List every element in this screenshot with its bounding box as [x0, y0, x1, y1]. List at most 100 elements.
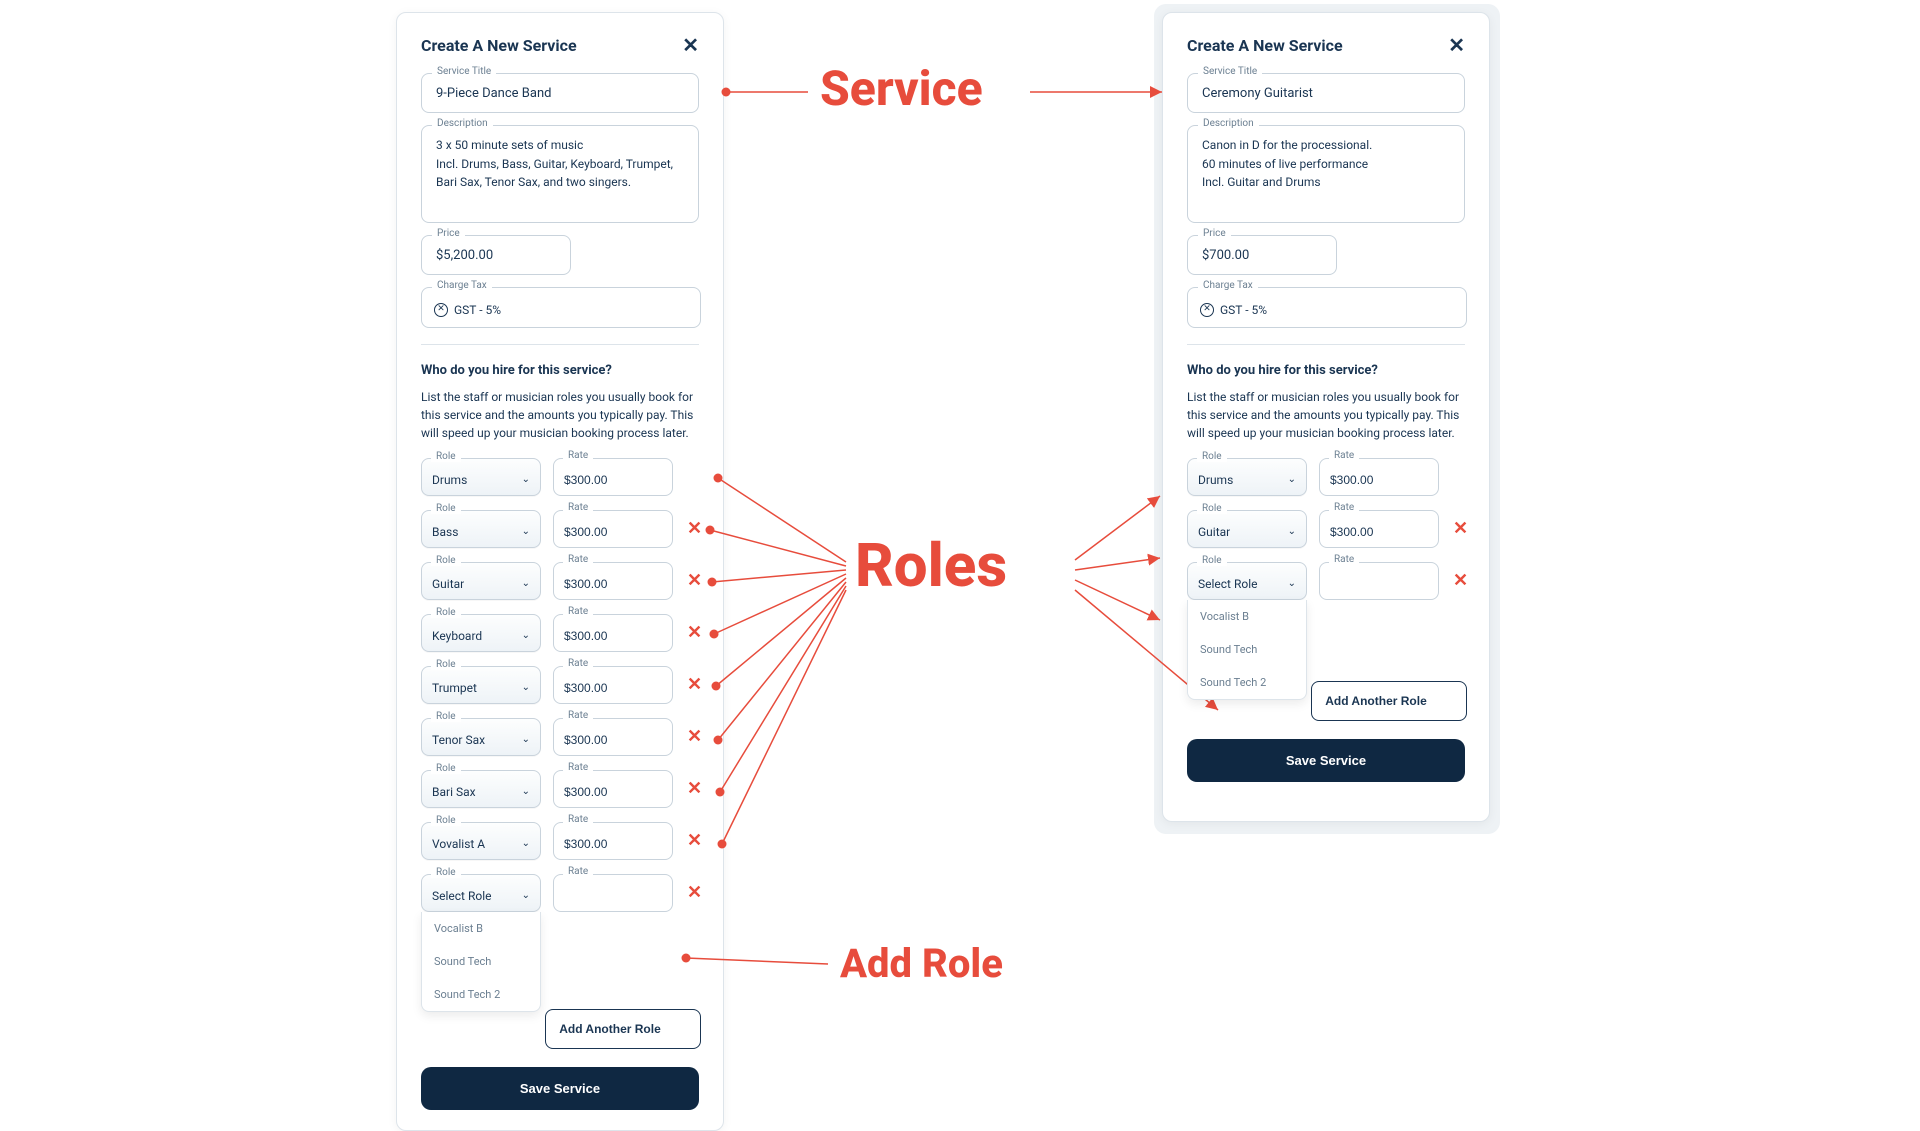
remove-role-icon[interactable]: ✕	[685, 676, 702, 694]
chevron-down-icon: ⌄	[522, 786, 530, 797]
create-service-dialog-left: Create A New Service ✕ Service Title Des…	[396, 12, 724, 1131]
tax-chip[interactable]: ✕ GST - 5%	[434, 303, 501, 317]
rate-input[interactable]	[553, 614, 673, 652]
rate-input[interactable]	[553, 718, 673, 756]
role-label: Role	[1197, 555, 1227, 566]
description-input[interactable]: 3 x 50 minute sets of music Incl. Drums,…	[434, 134, 686, 208]
role-select[interactable]: Trumpet⌄	[421, 666, 541, 704]
save-service-button[interactable]: Save Service	[1187, 739, 1465, 782]
dropdown-option[interactable]: Sound Tech	[422, 945, 540, 978]
remove-role-icon[interactable]: ✕	[1451, 572, 1468, 590]
remove-tax-icon[interactable]: ✕	[434, 303, 448, 317]
description-field[interactable]: Description 3 x 50 minute sets of music …	[421, 125, 699, 223]
roles-description: List the staff or musician roles you usu…	[1187, 388, 1465, 442]
rate-input[interactable]	[553, 822, 673, 860]
rate-input-empty[interactable]	[553, 874, 673, 912]
save-service-button[interactable]: Save Service	[421, 1067, 699, 1110]
price-input[interactable]	[434, 247, 558, 264]
remove-role-icon[interactable]: ✕	[685, 832, 702, 850]
close-icon[interactable]: ✕	[1448, 35, 1465, 55]
role-select-value: Vovalist A	[432, 837, 485, 851]
price-field[interactable]: Price	[1187, 235, 1337, 275]
role-select[interactable]: Guitar⌄	[1187, 510, 1307, 548]
role-row: RoleBari Sax⌄Rate✕	[421, 770, 699, 808]
remove-role-icon[interactable]: ✕	[685, 572, 702, 590]
dropdown-option[interactable]: Sound Tech 2	[422, 978, 540, 1011]
chevron-down-icon: ⌄	[522, 474, 530, 485]
role-row: RoleTrumpet⌄Rate✕	[421, 666, 699, 704]
charge-tax-field[interactable]: Charge Tax ✕ GST - 5%	[1187, 287, 1467, 328]
service-title-input[interactable]	[1200, 85, 1452, 102]
role-select[interactable]: Tenor Sax⌄	[421, 718, 541, 756]
role-row: RoleBass⌄Rate✕	[421, 510, 699, 548]
role-row: RoleGuitar⌄Rate✕	[421, 562, 699, 600]
remove-role-icon[interactable]: ✕	[685, 780, 702, 798]
role-select[interactable]: Bari Sax ⌄	[421, 770, 541, 808]
role-select[interactable]: Drums⌄	[1187, 458, 1307, 496]
role-label: Role	[431, 711, 461, 722]
role-select[interactable]: Drums⌄	[421, 458, 541, 496]
rate-input[interactable]	[553, 458, 673, 496]
rate-input[interactable]	[553, 666, 673, 704]
rate-input[interactable]	[553, 562, 673, 600]
role-select-open[interactable]: Select Role ⌄	[421, 874, 541, 912]
rate-input[interactable]	[1319, 458, 1439, 496]
price-label: Price	[1198, 228, 1231, 239]
role-select[interactable]: Keyboard⌄	[421, 614, 541, 652]
description-label: Description	[1198, 118, 1259, 129]
role-select[interactable]: Guitar⌄	[421, 562, 541, 600]
rate-input[interactable]	[553, 510, 673, 548]
price-field[interactable]: Price	[421, 235, 571, 275]
divider	[1187, 344, 1465, 345]
service-title-input[interactable]	[434, 85, 686, 102]
role-label: Role	[431, 451, 461, 462]
role-row-open: Role Select Role ⌄ Vocalist BSound TechS…	[1187, 562, 1465, 600]
dropdown-option[interactable]: Sound Tech 2	[1188, 666, 1306, 699]
role-row: RoleGuitar⌄Rate✕	[1187, 510, 1465, 548]
remove-role-icon[interactable]: ✕	[685, 728, 702, 746]
chevron-down-icon: ⌄	[522, 734, 530, 745]
remove-role-icon[interactable]: ✕	[685, 520, 702, 538]
rate-input[interactable]	[553, 770, 673, 808]
role-select-open[interactable]: Select Role ⌄	[1187, 562, 1307, 600]
role-select-value: Bari Sax	[432, 785, 476, 799]
dropdown-option[interactable]: Vocalist B	[1188, 600, 1306, 633]
roles-heading: Who do you hire for this service?	[1187, 363, 1465, 378]
role-row: RoleDrums⌄Rate	[1187, 458, 1465, 496]
add-role-button[interactable]: Add Another Role	[1311, 681, 1467, 721]
rate-label: Rate	[1329, 502, 1359, 513]
service-title-field[interactable]: Service Title	[1187, 73, 1465, 113]
charge-tax-field[interactable]: Charge Tax ✕ GST - 5%	[421, 287, 701, 328]
chevron-down-icon: ⌄	[522, 526, 530, 537]
description-input[interactable]: Canon in D for the processional. 60 minu…	[1200, 134, 1452, 208]
service-title-field[interactable]: Service Title	[421, 73, 699, 113]
role-select[interactable]: Bass⌄	[421, 510, 541, 548]
close-icon[interactable]: ✕	[682, 35, 699, 55]
role-select[interactable]: Vovalist A⌄	[421, 822, 541, 860]
role-label: Role	[1197, 451, 1227, 462]
rate-label: Rate	[563, 762, 593, 773]
role-row: RoleKeyboard⌄Rate✕	[421, 614, 699, 652]
remove-role-icon[interactable]: ✕	[685, 624, 702, 642]
dropdown-option[interactable]: Sound Tech	[1188, 633, 1306, 666]
rate-label: Rate	[563, 606, 593, 617]
price-input[interactable]	[1200, 247, 1324, 264]
charge-tax-label: Charge Tax	[432, 280, 492, 291]
rate-label: Rate	[563, 658, 593, 669]
dialog-title: Create A New Service	[421, 36, 577, 55]
rate-input-empty[interactable]	[1319, 562, 1439, 600]
roles-heading: Who do you hire for this service?	[421, 363, 699, 378]
chevron-down-icon: ⌄	[1288, 474, 1296, 485]
remove-role-icon[interactable]: ✕	[685, 884, 702, 902]
tax-chip[interactable]: ✕ GST - 5%	[1200, 303, 1267, 317]
remove-role-icon[interactable]: ✕	[1451, 520, 1468, 538]
role-select-placeholder: Select Role	[432, 889, 491, 903]
annotation-service: Service	[820, 60, 983, 117]
rate-input[interactable]	[1319, 510, 1439, 548]
description-field[interactable]: Description Canon in D for the processio…	[1187, 125, 1465, 223]
role-select-placeholder: Select Role	[1198, 577, 1257, 591]
remove-tax-icon[interactable]: ✕	[1200, 303, 1214, 317]
dropdown-option[interactable]: Vocalist B	[422, 912, 540, 945]
add-role-button[interactable]: Add Another Role	[545, 1009, 701, 1049]
role-label: Role	[431, 867, 461, 878]
